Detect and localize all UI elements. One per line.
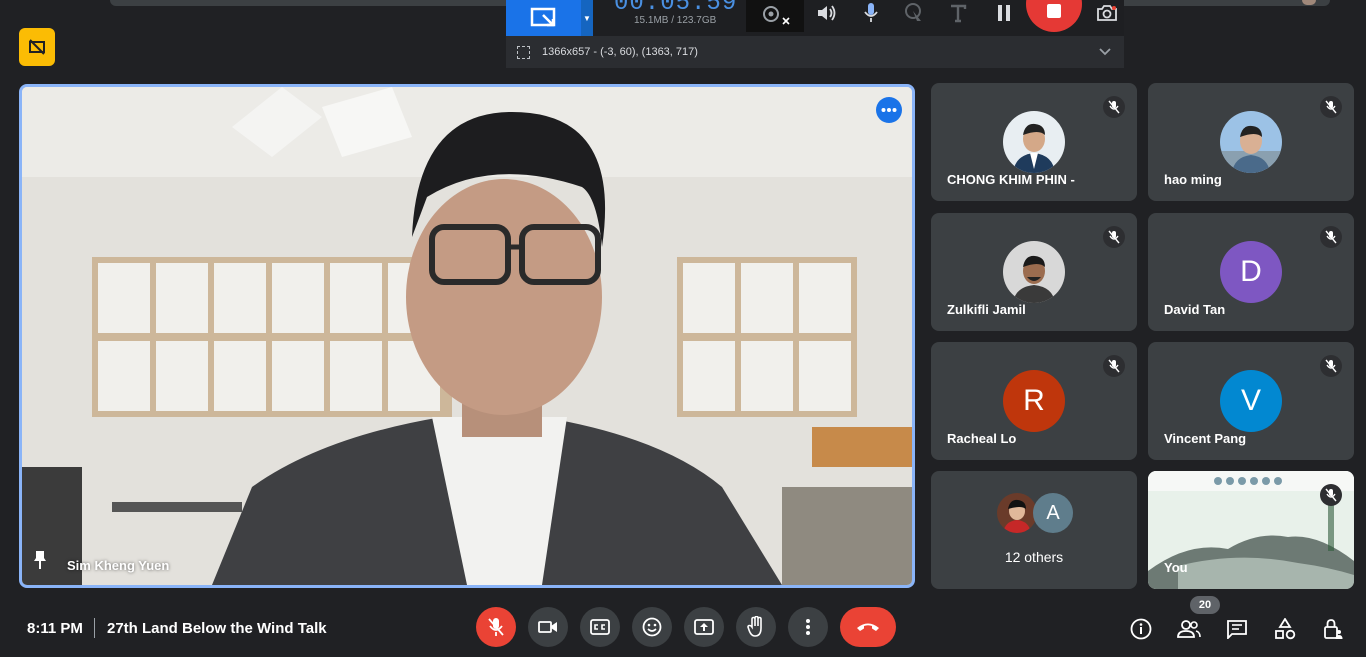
speaker-icon	[818, 5, 836, 21]
participant-tile[interactable]: CHONG KHIM PHIN -	[931, 83, 1137, 201]
reactions-button[interactable]	[632, 607, 672, 647]
webcam-icon	[763, 6, 790, 25]
pin-icon[interactable]	[32, 550, 48, 575]
meeting-details-button[interactable]	[1128, 616, 1154, 642]
chevron-down-icon	[1099, 48, 1111, 56]
region-dropdown-button[interactable]: ▼	[581, 0, 593, 36]
region-select-button[interactable]	[506, 0, 581, 36]
cursor-highlight-toggle[interactable]	[902, 0, 928, 26]
pause-icon	[998, 5, 1010, 21]
lock-person-icon	[1324, 619, 1343, 639]
mic-muted-icon	[1320, 355, 1342, 377]
mic-muted-icon	[1320, 96, 1342, 118]
participant-tile[interactable]: D David Tan	[1148, 213, 1354, 331]
others-tile[interactable]: A 12 others	[931, 471, 1137, 589]
shapes-icon	[1275, 618, 1296, 640]
speaker-toggle[interactable]	[814, 0, 840, 26]
stop-icon	[1047, 4, 1061, 18]
mic-muted-icon	[1320, 484, 1342, 506]
participant-tile[interactable]: R Racheal Lo	[931, 342, 1137, 460]
participant-count-badge: 20	[1190, 596, 1220, 614]
clock: 8:11 PM	[27, 620, 83, 637]
screen-recorder-toolbar: ▼ 00:05:59 15.1MB / 123.7GB 1366x657 - (…	[506, 0, 1124, 68]
avatar	[1003, 111, 1065, 173]
mic-muted-icon	[1320, 226, 1342, 248]
participant-name: David Tan	[1164, 302, 1226, 317]
present-icon	[694, 619, 714, 635]
more-vertical-icon	[806, 619, 810, 635]
avatar	[1003, 241, 1065, 303]
participant-tile[interactable]: hao ming	[1148, 83, 1354, 201]
screenshot-icon	[1097, 5, 1117, 21]
participant-name: Vincent Pang	[1164, 431, 1247, 446]
collapse-toolbar-button[interactable]	[1098, 44, 1112, 62]
recording-size: 15.1MB / 123.7GB	[634, 15, 717, 26]
closed-captions-icon	[590, 619, 610, 635]
recorder-region-info: 1366x657 - (-3, 60), (1363, 717)	[506, 36, 1124, 68]
more-options-button[interactable]	[788, 607, 828, 647]
avatar	[997, 493, 1037, 533]
participant-name: CHONG KHIM PHIN -	[947, 172, 1075, 187]
more-options-button[interactable]	[876, 97, 902, 123]
divider	[94, 618, 95, 638]
meeting-title: 27th Land Below the Wind Talk	[107, 620, 327, 637]
more-horizontal-icon	[881, 108, 897, 112]
chat-button[interactable]	[1224, 616, 1250, 642]
microphone-toggle[interactable]	[858, 0, 884, 26]
emoji-icon	[642, 617, 662, 637]
others-label: 12 others	[1004, 549, 1064, 565]
self-name: You	[1164, 560, 1188, 575]
present-screen-button[interactable]	[684, 607, 724, 647]
presenter-name: Sim Kheng Yuen	[67, 558, 170, 573]
webcam-toggle[interactable]	[746, 0, 804, 32]
info-icon	[1130, 618, 1152, 640]
mic-muted-icon	[1103, 355, 1125, 377]
captions-off-indicator[interactable]	[19, 28, 55, 66]
mic-off-icon	[488, 618, 504, 636]
no-captions-icon	[29, 39, 45, 55]
host-controls-button[interactable]	[1320, 616, 1346, 642]
participant-name: Racheal Lo	[947, 431, 1017, 446]
raise-hand-button[interactable]	[736, 607, 776, 647]
show-everyone-button[interactable]	[1176, 616, 1202, 642]
hand-icon	[747, 616, 762, 637]
avatar: D	[1220, 241, 1282, 303]
avatar	[1220, 111, 1282, 173]
captions-button[interactable]	[580, 607, 620, 647]
participant-tile[interactable]: Zulkifli Jamil	[931, 213, 1137, 331]
avatar: A	[1033, 493, 1073, 533]
chat-icon	[1227, 620, 1247, 639]
main-video-tile[interactable]: Sim Kheng Yuen	[19, 84, 915, 588]
people-icon	[1177, 620, 1201, 638]
activities-button[interactable]	[1272, 616, 1298, 642]
participant-tile[interactable]: V Vincent Pang	[1148, 342, 1354, 460]
end-call-icon	[857, 623, 879, 631]
self-view-tile[interactable]: You	[1148, 471, 1354, 589]
cursor-highlight-icon	[905, 3, 921, 21]
chevron-down-icon: ▼	[583, 13, 591, 23]
presenter-video	[22, 87, 912, 585]
leave-call-button[interactable]	[840, 607, 896, 647]
selection-region-icon	[517, 45, 530, 59]
avatar: V	[1220, 370, 1282, 432]
participant-name: hao ming	[1164, 172, 1222, 187]
toggle-microphone-button[interactable]	[476, 607, 516, 647]
region-select-icon	[530, 7, 555, 27]
toggle-camera-button[interactable]	[528, 607, 568, 647]
text-icon	[951, 4, 967, 23]
avatar: R	[1003, 370, 1065, 432]
pause-button[interactable]	[991, 0, 1017, 26]
text-annotation-toggle[interactable]	[945, 0, 971, 26]
camera-icon	[538, 621, 557, 633]
region-dimensions: 1366x657 - (-3, 60), (1363, 717)	[542, 46, 698, 58]
microphone-icon	[864, 3, 878, 22]
participant-name: Zulkifli Jamil	[947, 302, 1026, 317]
screenshot-button[interactable]	[1094, 0, 1120, 26]
mic-muted-icon	[1103, 96, 1125, 118]
mic-muted-icon	[1103, 226, 1125, 248]
